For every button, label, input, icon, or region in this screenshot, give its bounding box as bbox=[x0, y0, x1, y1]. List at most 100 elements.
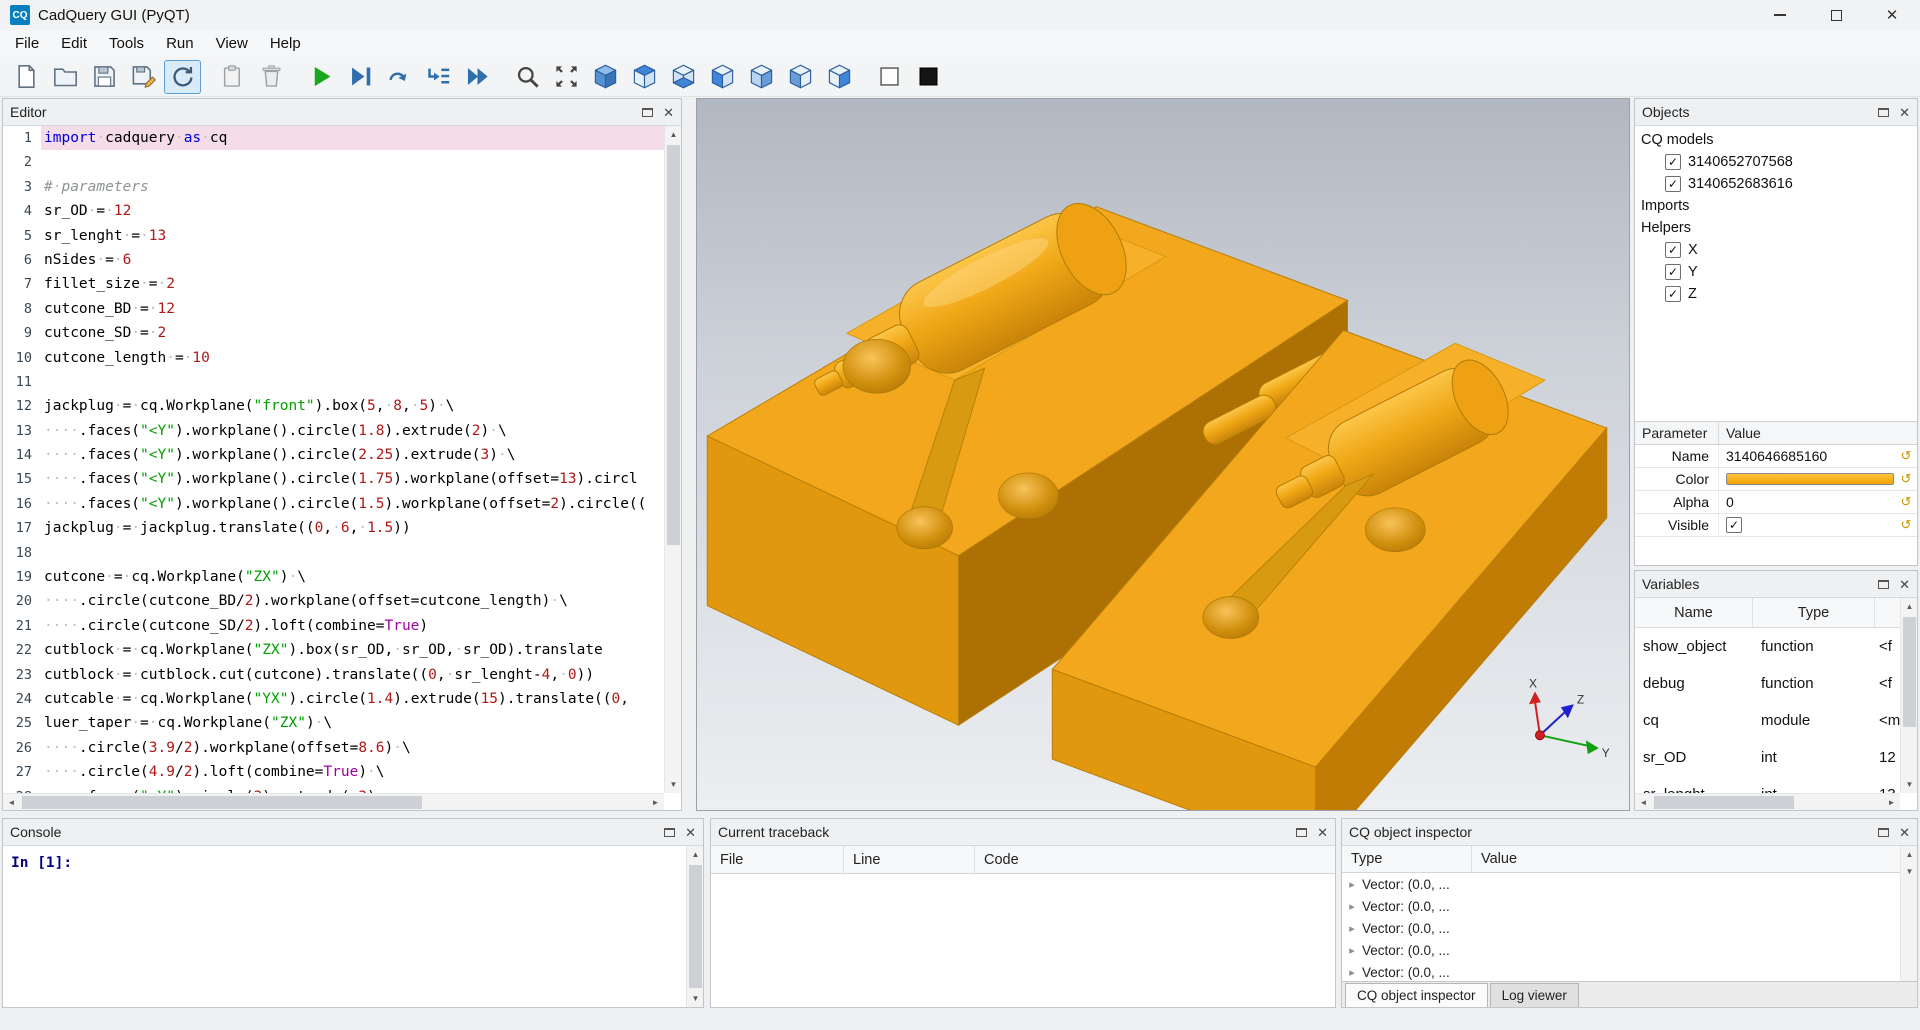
code-line[interactable]: 11 bbox=[3, 370, 664, 394]
titlebar[interactable]: CQ CadQuery GUI (PyQT) ✕ bbox=[0, 0, 1920, 30]
code-line[interactable]: 24cutcable·=·cq.Workplane("YX").circle(1… bbox=[3, 687, 664, 711]
variables-vertical-scrollbar[interactable]: ▲ ▼ bbox=[1900, 598, 1917, 793]
tab-cq-object-inspector[interactable]: CQ object inspector bbox=[1345, 983, 1488, 1007]
view-back-button[interactable] bbox=[743, 60, 780, 94]
scrollbar-thumb[interactable] bbox=[667, 145, 680, 545]
view-right-button[interactable] bbox=[821, 60, 858, 94]
continue-button[interactable] bbox=[459, 60, 496, 94]
fit-view-button[interactable] bbox=[509, 60, 546, 94]
close-panel-icon[interactable]: ✕ bbox=[685, 826, 696, 839]
scroll-down-icon[interactable]: ▼ bbox=[665, 776, 682, 793]
editor-horizontal-scrollbar[interactable]: ◄ ► bbox=[3, 793, 664, 810]
close-panel-icon[interactable]: ✕ bbox=[1317, 826, 1328, 839]
code-line[interactable]: 1import·cadquery·as·cq bbox=[3, 126, 664, 150]
variable-row[interactable]: sr_lenghtint13 bbox=[1635, 776, 1900, 793]
tree-item[interactable]: CQ models bbox=[1635, 129, 1917, 151]
color-swatch[interactable] bbox=[1726, 473, 1894, 485]
scroll-up-icon[interactable]: ▲ bbox=[1901, 598, 1918, 615]
code-line[interactable]: 18 bbox=[3, 541, 664, 565]
close-panel-icon[interactable]: ✕ bbox=[1899, 578, 1910, 591]
scroll-right-icon[interactable]: ► bbox=[1883, 794, 1900, 811]
tree-item[interactable]: ✓3140652683616 bbox=[1635, 173, 1917, 195]
tree-item[interactable]: ✓Z bbox=[1635, 283, 1917, 305]
open-button[interactable] bbox=[47, 60, 84, 94]
code-line[interactable]: 4sr_OD·=·12 bbox=[3, 199, 664, 223]
menu-run[interactable]: Run bbox=[155, 35, 205, 52]
checkbox[interactable]: ✓ bbox=[1665, 154, 1681, 170]
maximize-button[interactable] bbox=[1808, 0, 1864, 30]
delete-button[interactable] bbox=[253, 60, 290, 94]
expand-arrow-icon[interactable]: ▸ bbox=[1342, 878, 1362, 891]
menu-tools[interactable]: Tools bbox=[98, 35, 155, 52]
close-panel-icon[interactable]: ✕ bbox=[1899, 106, 1910, 119]
step-in-button[interactable] bbox=[420, 60, 457, 94]
console-vertical-scrollbar[interactable]: ▲ ▼ bbox=[686, 846, 703, 1007]
scroll-up-icon[interactable]: ▲ bbox=[1901, 846, 1918, 863]
step-button[interactable] bbox=[381, 60, 418, 94]
code-line[interactable]: 19cutcone·=·cq.Workplane("ZX")·\ bbox=[3, 565, 664, 589]
checkbox[interactable]: ✓ bbox=[1665, 286, 1681, 302]
float-panel-icon[interactable] bbox=[1878, 108, 1889, 117]
scroll-down-icon[interactable]: ▼ bbox=[1901, 776, 1918, 793]
checkbox[interactable]: ✓ bbox=[1726, 517, 1742, 533]
scroll-down-icon[interactable]: ▼ bbox=[1901, 863, 1918, 880]
close-button[interactable]: ✕ bbox=[1864, 0, 1920, 30]
expand-arrow-icon[interactable]: ▸ bbox=[1342, 922, 1362, 935]
code-line[interactable]: 14····.faces("<Y").workplane().circle(2.… bbox=[3, 443, 664, 467]
render-button[interactable] bbox=[303, 60, 340, 94]
reset-icon[interactable]: ↺ bbox=[1895, 494, 1917, 510]
float-panel-icon[interactable] bbox=[1296, 828, 1307, 837]
scrollbar-thumb[interactable] bbox=[1654, 796, 1794, 809]
float-panel-icon[interactable] bbox=[1878, 580, 1889, 589]
view-front-button[interactable] bbox=[704, 60, 741, 94]
scrollbar-thumb[interactable] bbox=[689, 865, 702, 988]
code-line[interactable]: 8cutcone_BD·=·12 bbox=[3, 297, 664, 321]
reset-icon[interactable]: ↺ bbox=[1895, 471, 1917, 487]
checkbox[interactable]: ✓ bbox=[1665, 176, 1681, 192]
view-left-button[interactable] bbox=[782, 60, 819, 94]
shaded-button[interactable] bbox=[910, 60, 947, 94]
debug-button[interactable] bbox=[342, 60, 379, 94]
variables-horizontal-scrollbar[interactable]: ◄ ► bbox=[1635, 793, 1900, 810]
expand-arrow-icon[interactable]: ▸ bbox=[1342, 944, 1362, 957]
console-body[interactable]: In [1]: bbox=[3, 846, 686, 1007]
autoreload-toggle[interactable] bbox=[164, 60, 201, 94]
checkbox[interactable]: ✓ bbox=[1665, 242, 1681, 258]
code-line[interactable]: 5sr_lenght·=·13 bbox=[3, 224, 664, 248]
code-line[interactable]: 15····.faces("<Y").workplane().circle(1.… bbox=[3, 467, 664, 491]
scroll-right-icon[interactable]: ► bbox=[647, 794, 664, 811]
code-line[interactable]: 22cutblock·=·cq.Workplane("ZX").box(sr_O… bbox=[3, 638, 664, 662]
variable-row[interactable]: cqmodule<m bbox=[1635, 702, 1900, 739]
wireframe-button[interactable] bbox=[871, 60, 908, 94]
code-line[interactable]: 27····.circle(4.9/2).loft(combine=True)·… bbox=[3, 760, 664, 784]
code-line[interactable]: 28····.faces("<Y").circle(3).extrude(-3) bbox=[3, 785, 664, 793]
menu-edit[interactable]: Edit bbox=[50, 35, 98, 52]
expand-arrow-icon[interactable]: ▸ bbox=[1342, 966, 1362, 979]
code-line[interactable]: 10cutcone_length·=·10 bbox=[3, 346, 664, 370]
code-line[interactable]: 26····.circle(3.9/2).workplane(offset=8.… bbox=[3, 736, 664, 760]
view-bottom-button[interactable] bbox=[665, 60, 702, 94]
float-panel-icon[interactable] bbox=[1878, 828, 1889, 837]
checkbox[interactable]: ✓ bbox=[1665, 264, 1681, 280]
variable-row[interactable]: debugfunction<f bbox=[1635, 665, 1900, 702]
code-line[interactable]: 17jackplug·=·jackplug.translate((0,·6,·1… bbox=[3, 516, 664, 540]
code-line[interactable]: 7fillet_size·=·2 bbox=[3, 272, 664, 296]
close-panel-icon[interactable]: ✕ bbox=[663, 106, 674, 119]
tree-item[interactable]: ✓X bbox=[1635, 239, 1917, 261]
code-line[interactable]: 21····.circle(cutcone_SD/2).loft(combine… bbox=[3, 614, 664, 638]
tab-log-viewer[interactable]: Log viewer bbox=[1490, 983, 1579, 1007]
code-line[interactable]: 20····.circle(cutcone_BD/2).workplane(of… bbox=[3, 589, 664, 613]
code-line[interactable]: 6nSides·=·6 bbox=[3, 248, 664, 272]
new-button[interactable] bbox=[8, 60, 45, 94]
reset-icon[interactable]: ↺ bbox=[1895, 517, 1917, 533]
fit-all-button[interactable] bbox=[548, 60, 585, 94]
code-line[interactable]: 23cutblock·=·cutblock.cut(cutcone).trans… bbox=[3, 663, 664, 687]
tree-item[interactable]: Helpers bbox=[1635, 217, 1917, 239]
scroll-down-icon[interactable]: ▼ bbox=[687, 990, 704, 1007]
scroll-up-icon[interactable]: ▲ bbox=[665, 126, 682, 143]
code-line[interactable]: 2 bbox=[3, 150, 664, 174]
inspector-row[interactable]: ▸Vector: (0.0, ... bbox=[1342, 873, 1900, 895]
expand-arrow-icon[interactable]: ▸ bbox=[1342, 900, 1362, 913]
viewport-3d[interactable]: X Z Y bbox=[696, 98, 1630, 811]
float-panel-icon[interactable] bbox=[664, 828, 675, 837]
